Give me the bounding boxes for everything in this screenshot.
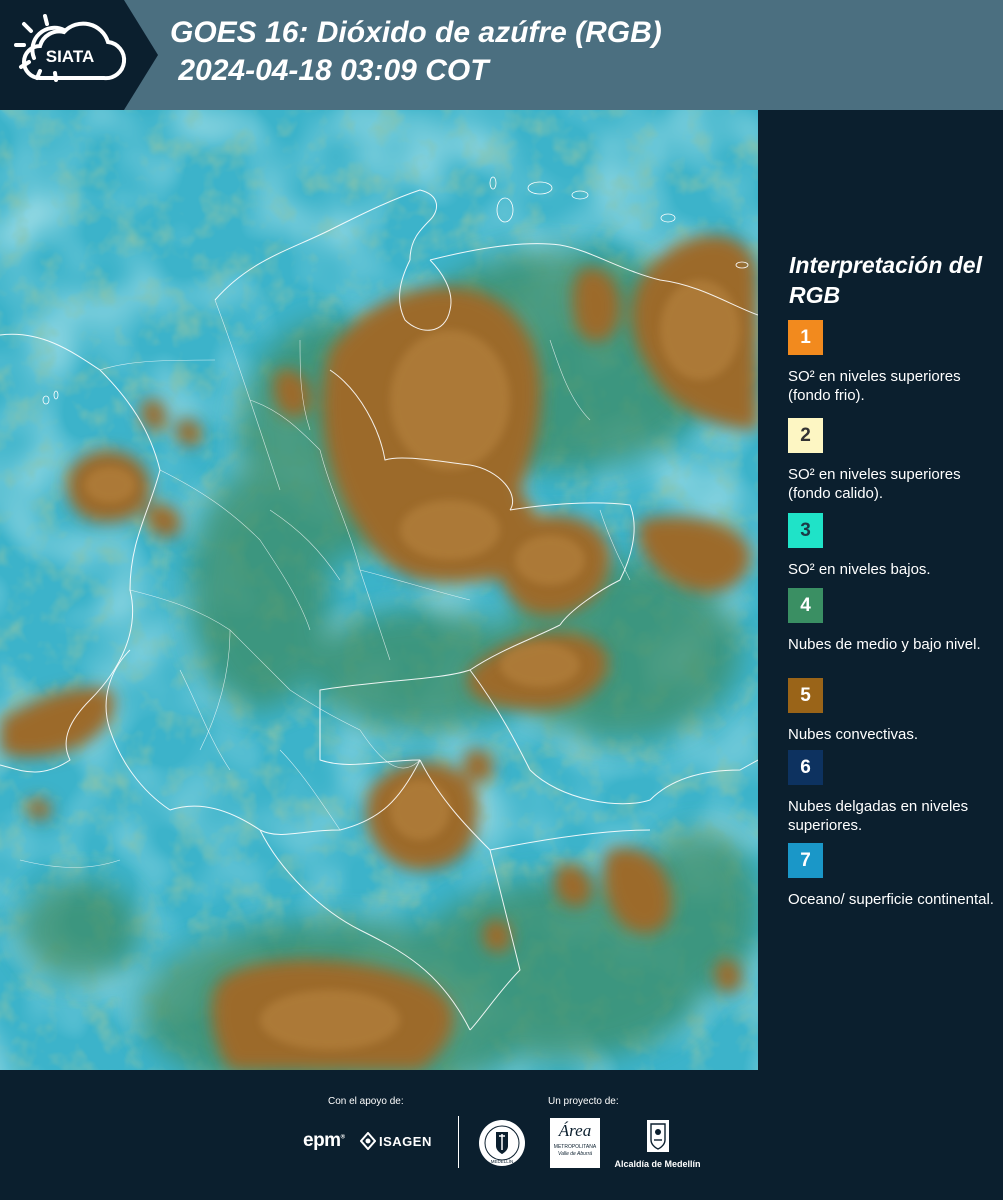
title-line-2: 2024-04-18 03:09 COT: [170, 54, 489, 87]
isagen-logo[interactable]: ISAGEN: [360, 1132, 432, 1150]
isagen-text: ISAGEN: [379, 1133, 432, 1149]
legend-swatch: 3: [788, 513, 823, 548]
legend-item-1: 1 SO² en niveles superiores (fondo frio).: [788, 320, 998, 405]
legend-description: SO² en niveles superiores (fondo calido)…: [788, 466, 961, 502]
epm-logo[interactable]: epm®: [303, 1130, 345, 1152]
legend-item-4: 4 Nubes de medio y bajo nivel.: [788, 588, 998, 654]
legend-item-7: 7 Oceano/ superficie continental.: [788, 843, 998, 909]
legend-item-3: 3 SO² en niveles bajos.: [788, 513, 998, 579]
logo-text: SIATA: [46, 47, 94, 66]
legend-swatch: 5: [788, 678, 823, 713]
legend-swatch: 4: [788, 588, 823, 623]
isagen-icon: [360, 1132, 376, 1150]
legend-swatch: 7: [788, 843, 823, 878]
legend-item-2: 2 SO² en niveles superiores (fondo calido…: [788, 418, 998, 503]
satellite-map[interactable]: [0, 110, 758, 1070]
legend-description: Nubes delgadas en niveles superiores.: [788, 798, 969, 834]
area-metropolitana-logo[interactable]: Área METROPOLITANA Valle de Aburrá: [550, 1118, 600, 1168]
legend-description: Nubes convectivas.: [788, 726, 919, 743]
footer-divider: [458, 1116, 459, 1168]
medellin-seal[interactable]: MEDELLÍN: [477, 1118, 527, 1168]
siata-logo: SIATA: [14, 14, 127, 82]
page-title: GOES 16: Dióxido de azúfre (RGB) 2024-04…: [170, 14, 662, 90]
legend-description: SO² en niveles bajos.: [788, 561, 931, 578]
legend-swatch: 1: [788, 320, 823, 355]
alcaldia-shield-icon: [646, 1120, 669, 1152]
epm-text: epm: [303, 1130, 341, 1151]
legend-description: SO² en niveles superiores (fondo frio).: [788, 368, 961, 404]
legend-description: Nubes de medio y bajo nivel.: [788, 636, 981, 653]
alcaldia-logo[interactable]: Alcaldía de Medellín: [610, 1118, 705, 1170]
footer: Con el apoyo de: Un proyecto de: epm® IS…: [0, 1070, 1003, 1200]
area-text: Área: [558, 1121, 592, 1140]
header-bar: SIATA GOES 16: Dióxido de azúfre (RGB) 2…: [0, 0, 1003, 110]
legend-title: Interpretación del RGB: [789, 252, 982, 308]
support-label: Con el apoyo de:: [328, 1096, 404, 1107]
legend-item-5: 5 Nubes convectivas.: [788, 678, 998, 744]
area-sub1: METROPOLITANA: [553, 1144, 597, 1150]
legend-item-6: 6 Nubes delgadas en niveles superiores.: [788, 750, 998, 835]
legend-panel: Interpretación del RGB 1 SO² en niveles s…: [758, 110, 1003, 1070]
alcaldia-text: Alcaldía de Medellín: [614, 1159, 701, 1169]
project-label: Un proyecto de:: [548, 1096, 619, 1107]
legend-swatch: 2: [788, 418, 823, 453]
seal-text: MEDELLÍN: [491, 1158, 514, 1164]
legend-swatch: 6: [788, 750, 823, 785]
title-line-1: GOES 16: Dióxido de azúfre (RGB): [170, 16, 662, 49]
area-sub2: Valle de Aburrá: [557, 1151, 593, 1157]
legend-description: Oceano/ superficie continental.: [788, 891, 994, 908]
